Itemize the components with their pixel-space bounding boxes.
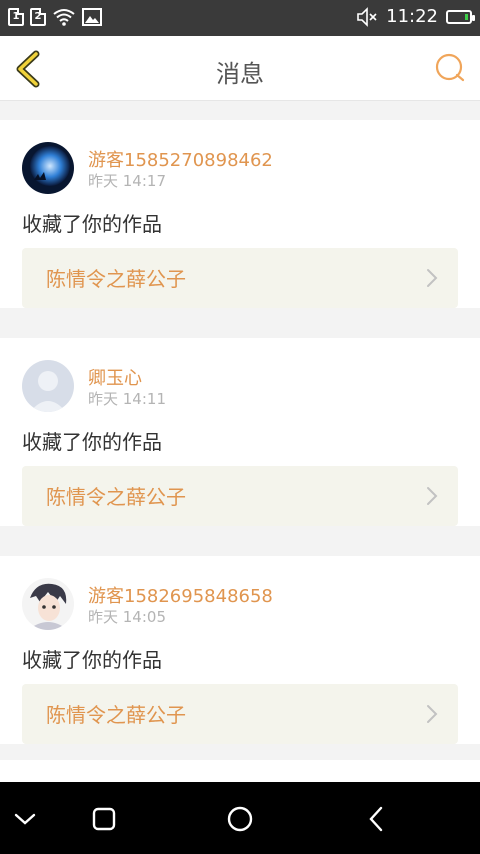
- message-item: 卿玉心 昨天 14:11 收藏了你的作品 陈情令之薛公子: [0, 338, 480, 526]
- work-title: 陈情令之薛公子: [46, 485, 186, 509]
- work-title: 陈情令之薛公子: [46, 703, 186, 727]
- status-bar: 1 2 11:22: [0, 0, 480, 36]
- message-text: 收藏了你的作品: [22, 430, 162, 454]
- work-link[interactable]: 陈情令之薛公子: [22, 248, 458, 308]
- wifi-icon: [53, 9, 75, 26]
- clock: 11:22: [386, 6, 438, 27]
- work-title: 陈情令之薛公子: [46, 267, 186, 291]
- image-notification-icon: [82, 8, 102, 26]
- message-time: 昨天 14:17: [88, 172, 166, 190]
- avatar-moon-icon[interactable]: [22, 142, 74, 194]
- system-nav-bar: [0, 782, 480, 854]
- recent-apps-icon[interactable]: [89, 804, 119, 834]
- back-icon[interactable]: [362, 804, 392, 834]
- message-text: 收藏了你的作品: [22, 212, 162, 236]
- chevron-right-icon: [427, 705, 438, 723]
- sim-1-icon: 1: [8, 8, 24, 26]
- home-icon[interactable]: [225, 804, 255, 834]
- avatar-default-icon[interactable]: [22, 360, 74, 412]
- chevron-right-icon: [427, 487, 438, 505]
- avatar-anime-icon[interactable]: [22, 578, 74, 630]
- message-time: 昨天 14:05: [88, 608, 166, 626]
- message-text: 收藏了你的作品: [22, 648, 162, 672]
- battery-icon: [446, 9, 475, 24]
- message-item: 游客1585270898462 昨天 14:17 收藏了你的作品 陈情令之薛公子: [0, 120, 480, 308]
- search-icon[interactable]: [434, 52, 466, 84]
- message-time: 昨天 14:11: [88, 390, 166, 408]
- message-item: 游客1582695848658 昨天 14:05 收藏了你的作品 陈情令之薛公子: [0, 556, 480, 744]
- mute-icon: [357, 6, 377, 27]
- message-list: 游客1585270898462 昨天 14:17 收藏了你的作品 陈情令之薛公子…: [0, 102, 480, 790]
- header-bar: 消息: [0, 36, 480, 101]
- sim-2-icon: 2: [30, 8, 46, 26]
- user-name[interactable]: 游客1585270898462: [88, 146, 273, 172]
- user-name[interactable]: 卿玉心: [88, 364, 142, 390]
- chevron-right-icon: [427, 269, 438, 287]
- work-link[interactable]: 陈情令之薛公子: [22, 466, 458, 526]
- page-title: 消息: [216, 60, 264, 88]
- user-name[interactable]: 游客1582695848658: [88, 582, 273, 608]
- down-icon[interactable]: [10, 804, 40, 834]
- work-link[interactable]: 陈情令之薛公子: [22, 684, 458, 744]
